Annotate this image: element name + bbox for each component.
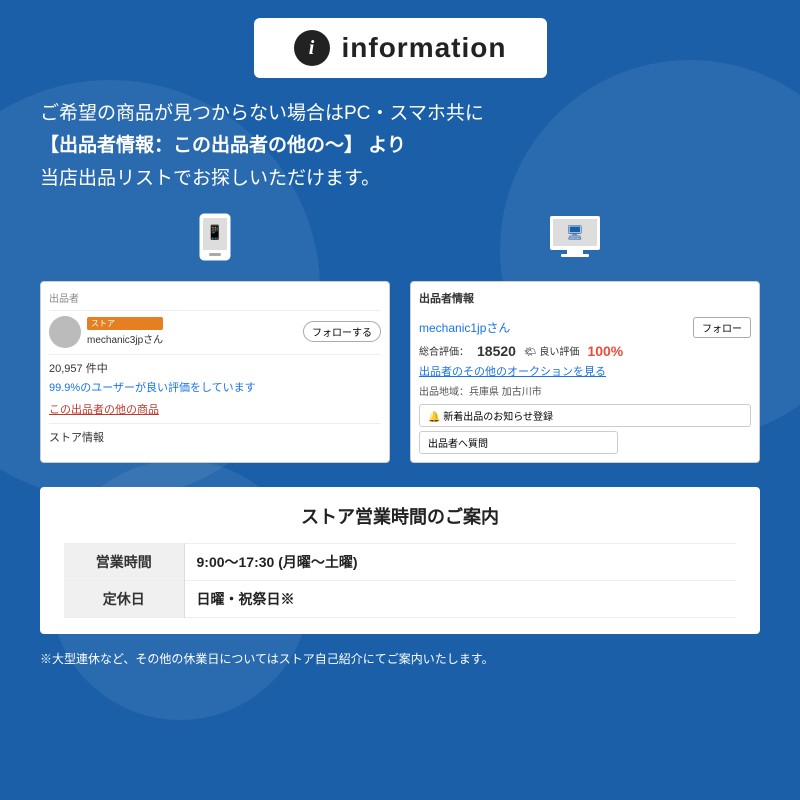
computer-icon: 🖥 [545,213,605,273]
mobile-section-label: 出品者 [49,290,381,305]
store-badge: ストア [87,317,163,330]
count-text: 20,957 件中 [49,360,381,376]
location-text: 出品地域：兵庫県 加古川市 [419,383,751,398]
notify-button[interactable]: 🔔 新着出品のお知らせ登録 [419,404,751,427]
hours-table: 営業時間 9:00〜17:30 (月曜〜土曜) 定休日 日曜・祝祭日※ [64,543,736,618]
business-title: ストア営業時間のご案内 [64,503,736,529]
description-line3: 当店出品リストでお探しいただけます。 [40,168,380,189]
pc-section-label: 出品者情報 [419,290,474,306]
hours-value-1: 9:00〜17:30 (月曜〜土曜) [184,543,736,580]
info-icon: i [294,30,330,66]
svg-text:📱: 📱 [206,224,223,241]
business-hours-section: ストア営業時間のご案内 営業時間 9:00〜17:30 (月曜〜土曜) 定休日 … [40,487,760,634]
good-rating-label: 🌤 良い評価 [524,343,579,358]
screenshots-row: 出品者 ストア mechanic3jpさん フォローする 20,957 件中 9… [40,281,760,463]
description-line1: ご希望の商品が見つからない場合はPC・スマホ共に [40,103,484,124]
description-line2: 【出品者情報：この出品者の他の〜】 より [40,135,406,156]
mobile-follow-button[interactable]: フォローする [303,321,381,342]
hours-label-2: 定休日 [64,580,184,617]
rating-text: 99.9%のユーザーが良い評価をしています [49,379,381,395]
mobile-seller-name: mechanic3jpさん [87,335,163,346]
main-content: i information ご希望の商品が見つからない場合はPC・スマホ共に 【… [20,0,780,685]
table-row: 定休日 日曜・祝祭日※ [64,580,736,617]
good-rating-percent: 100% [587,343,623,359]
svg-text:🖥: 🖥 [566,224,584,240]
info-title: information [342,32,507,64]
auction-link[interactable]: 出品者のその他のオークションを見る [419,363,751,379]
description-block: ご希望の商品が見つからない場合はPC・スマホ共に 【出品者情報：この出品者の他の… [40,98,760,195]
table-row: 営業時間 9:00〜17:30 (月曜〜土曜) [64,543,736,580]
hours-value-2: 日曜・祝祭日※ [184,580,736,617]
avatar [49,316,81,348]
question-button[interactable]: 出品者へ質問 [419,431,618,454]
other-products-link[interactable]: この出品者の他の商品 [49,401,381,417]
store-info-link[interactable]: ストア情報 [49,429,381,445]
footnote: ※大型連休など、その他の休業日についてはストア自己紹介にてご案内いたします。 [40,650,760,667]
total-rating-value: 18520 [477,343,516,359]
total-rating-label: 総合評価： [419,343,469,358]
device-icons-row: 📱 🖥 [40,213,760,273]
pc-screenshot: 出品者情報 mechanic1jpさん フォロー 総合評価： 18520 🌤 良… [410,281,760,463]
hours-label-1: 営業時間 [64,543,184,580]
pc-seller-name: mechanic1jpさん [419,319,510,336]
smartphone-icon: 📱 [195,213,235,273]
info-banner: i information [254,18,547,78]
mobile-screenshot: 出品者 ストア mechanic3jpさん フォローする 20,957 件中 9… [40,281,390,463]
pc-follow-button[interactable]: フォロー [693,317,751,338]
